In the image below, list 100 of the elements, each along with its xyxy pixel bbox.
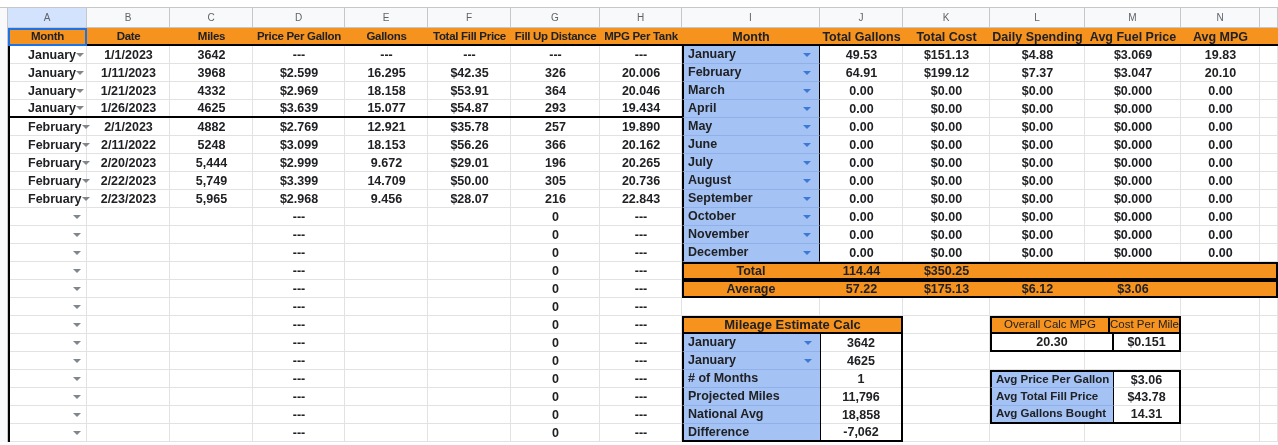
dropdown-arrow-icon[interactable] — [73, 431, 81, 435]
dropdown-arrow-icon[interactable] — [803, 124, 811, 129]
column-header[interactable]: Month — [8, 28, 87, 46]
dropdown-arrow-icon[interactable] — [803, 232, 811, 237]
dropdown-arrow-icon[interactable] — [73, 377, 81, 381]
column-letter-header[interactable]: I — [682, 8, 820, 28]
dropdown-arrow-icon[interactable] — [803, 88, 811, 93]
dropdown-arrow-icon[interactable] — [803, 52, 811, 57]
column-header[interactable]: Total Fill Price — [428, 28, 511, 46]
table-cell-text: 0 — [551, 298, 560, 316]
column-header[interactable]: MPG Per Tank — [600, 28, 682, 46]
column-letter-header[interactable]: J — [820, 8, 903, 28]
dropdown-arrow-icon[interactable] — [73, 269, 81, 273]
table-cell-text: --- — [379, 46, 394, 64]
column-letter-header[interactable]: B — [87, 8, 170, 28]
dropdown-arrow-icon[interactable] — [81, 143, 90, 147]
dropdown-cell[interactable]: June — [682, 136, 820, 154]
dropdown-cell[interactable]: February — [8, 190, 87, 208]
dropdown-arrow-icon[interactable] — [81, 197, 90, 201]
dropdown-arrow-icon[interactable] — [81, 125, 90, 129]
dropdown-arrow-icon[interactable] — [803, 214, 811, 219]
column-header[interactable]: Fill Up Distance — [511, 28, 600, 46]
column-letter-header[interactable]: F — [428, 8, 511, 28]
dropdown-arrow-icon[interactable] — [81, 179, 90, 183]
dropdown-arrow-icon[interactable] — [803, 250, 811, 255]
column-letter-header[interactable]: L — [990, 8, 1085, 28]
dropdown-cell[interactable]: July — [682, 154, 820, 172]
dropdown-arrow-icon[interactable] — [81, 161, 90, 165]
column-header[interactable]: Miles — [170, 28, 253, 46]
dropdown-arrow-icon[interactable] — [73, 323, 81, 327]
dropdown-arrow-icon[interactable] — [73, 395, 81, 399]
dropdown-cell[interactable]: April — [682, 100, 820, 118]
dropdown-arrow-icon[interactable] — [803, 160, 811, 165]
column-letter-header[interactable]: A — [8, 8, 87, 28]
dropdown-arrow-icon[interactable] — [803, 70, 811, 75]
dropdown-arrow-icon[interactable] — [73, 215, 81, 219]
dropdown-arrow-icon[interactable] — [804, 340, 812, 345]
table-cell-text: 0 — [551, 424, 560, 442]
dropdown-cell[interactable]: November — [682, 226, 820, 244]
dropdown-arrow-icon[interactable] — [73, 413, 81, 417]
dropdown-arrow-icon[interactable] — [73, 305, 81, 309]
dropdown-cell[interactable]: March — [682, 82, 820, 100]
table-cell-text: 0 — [551, 244, 560, 262]
column-letter-header[interactable]: M — [1085, 8, 1181, 28]
dropdown-cell[interactable]: December — [682, 244, 820, 262]
table-cell-text: $2.968 — [278, 190, 320, 208]
column-letter-header[interactable]: K — [903, 8, 990, 28]
dropdown-cell[interactable]: January — [682, 352, 820, 370]
column-header[interactable]: Gallons — [345, 28, 428, 46]
table-cell: $0.151 — [1114, 334, 1181, 352]
table-cell-text: 20.736 — [620, 172, 662, 190]
dropdown-cell[interactable]: May — [682, 118, 820, 136]
month-label: November — [688, 226, 750, 244]
column-letter-header[interactable]: C — [170, 8, 253, 28]
table-cell-text: Average — [725, 280, 777, 298]
dropdown-cell[interactable]: February — [8, 136, 87, 154]
dropdown-cell[interactable]: January — [682, 46, 820, 64]
dropdown-arrow-icon[interactable] — [73, 233, 81, 237]
column-letter-header[interactable]: D — [253, 8, 345, 28]
table-cell-text: 1/1/2023 — [103, 46, 154, 64]
dropdown-arrow-icon[interactable] — [75, 71, 84, 75]
column-letter-header[interactable]: N — [1181, 8, 1260, 28]
dropdown-cell[interactable]: September — [682, 190, 820, 208]
column-letter-header[interactable]: E — [345, 8, 428, 28]
dropdown-cell[interactable]: February — [8, 154, 87, 172]
column-header[interactable]: Price Per Gallon — [253, 28, 345, 46]
dropdown-cell[interactable]: October — [682, 208, 820, 226]
table-cell-text: $2.969 — [278, 82, 320, 100]
dropdown-arrow-icon[interactable] — [73, 359, 81, 363]
column-letter-header[interactable]: G — [511, 8, 600, 28]
dropdown-arrow-icon[interactable] — [73, 251, 81, 255]
dropdown-arrow-icon[interactable] — [803, 178, 811, 183]
dropdown-cell[interactable]: January — [8, 64, 87, 82]
column-letter-header[interactable]: H — [600, 8, 682, 28]
dropdown-cell[interactable]: February — [682, 64, 820, 82]
column-header[interactable]: Date — [87, 28, 170, 46]
dropdown-arrow-icon[interactable] — [75, 89, 84, 93]
dropdown-cell[interactable]: January — [8, 82, 87, 100]
table-cell-text: 4882 — [196, 118, 227, 136]
table-cell: 11,796 — [820, 388, 903, 406]
dropdown-cell[interactable]: February — [8, 172, 87, 190]
dropdown-cell[interactable]: January — [682, 334, 820, 352]
dropdown-arrow-icon[interactable] — [75, 53, 84, 57]
table-cell-text: $0.00 — [1020, 244, 1055, 262]
table-cell-text: --- — [291, 262, 307, 280]
table-cell-text: 3968 — [196, 64, 227, 82]
table-cell: $54.87 — [428, 100, 511, 118]
dropdown-cell[interactable]: January — [8, 46, 87, 64]
dropdown-arrow-icon[interactable] — [75, 106, 84, 110]
dropdown-arrow-icon[interactable] — [73, 341, 81, 345]
dropdown-arrow-icon[interactable] — [803, 196, 811, 201]
table-cell-text: 12.921 — [366, 118, 407, 136]
dropdown-arrow-icon[interactable] — [803, 106, 811, 111]
dropdown-cell[interactable]: January — [8, 100, 87, 118]
dropdown-arrow-icon[interactable] — [803, 142, 811, 147]
dropdown-arrow-icon[interactable] — [73, 287, 81, 291]
table-cell-text: $3.06 — [1116, 280, 1150, 298]
dropdown-arrow-icon[interactable] — [804, 358, 812, 363]
dropdown-cell[interactable]: August — [682, 172, 820, 190]
dropdown-cell[interactable]: February — [8, 118, 87, 136]
